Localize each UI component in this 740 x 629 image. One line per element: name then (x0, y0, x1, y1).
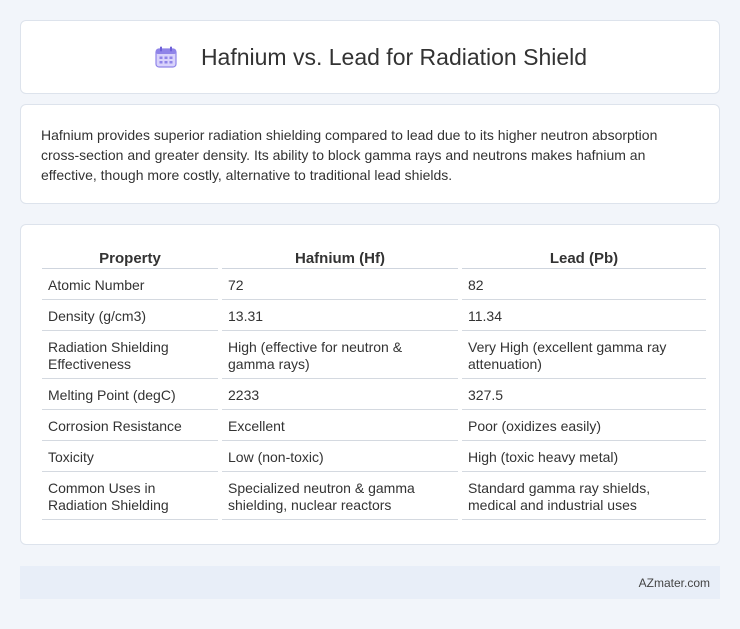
table-row: Density (g/cm3) 13.31 11.34 (42, 300, 706, 331)
cell-lead: 11.34 (462, 300, 706, 331)
cell-lead: 327.5 (462, 379, 706, 410)
cell-property: Density (g/cm3) (42, 300, 218, 331)
cell-hafnium: 2233 (222, 379, 458, 410)
cell-hafnium: 13.31 (222, 300, 458, 331)
page-title: Hafnium vs. Lead for Radiation Shield (200, 43, 588, 70)
header-property: Property (42, 247, 218, 269)
cell-lead: High (toxic heavy metal) (462, 441, 706, 472)
cell-property: Radiation Shielding Effectiveness (42, 331, 218, 379)
cell-property: Common Uses in Radiation Shielding (42, 472, 218, 520)
footer-source: AZmater.com (638, 575, 710, 590)
cell-lead: Poor (oxidizes easily) (462, 410, 706, 441)
table-card: Property Hafnium (Hf) Lead (Pb) Atomic N… (20, 224, 720, 545)
table-row: Atomic Number 72 82 (42, 269, 706, 300)
cell-hafnium: High (effective for neutron & gamma rays… (222, 331, 458, 379)
cell-property: Toxicity (42, 441, 218, 472)
calendar-icon (153, 44, 179, 70)
table-row: Radiation Shielding Effectiveness High (… (42, 331, 706, 379)
table-row: Toxicity Low (non-toxic) High (toxic hea… (42, 441, 706, 472)
cell-lead: 82 (462, 269, 706, 300)
footer: AZmater.com (20, 566, 720, 599)
title-card: Hafnium vs. Lead for Radiation Shield (20, 20, 720, 94)
header-hafnium: Hafnium (Hf) (222, 247, 458, 269)
cell-hafnium: 72 (222, 269, 458, 300)
table-row: Corrosion Resistance Excellent Poor (oxi… (42, 410, 706, 441)
cell-lead: Standard gamma ray shields, medical and … (462, 472, 706, 520)
header-lead: Lead (Pb) (462, 247, 706, 269)
comparison-table: Property Hafnium (Hf) Lead (Pb) Atomic N… (38, 247, 710, 520)
cell-property: Atomic Number (42, 269, 218, 300)
summary-text: Hafnium provides superior radiation shie… (41, 127, 658, 183)
cell-property: Corrosion Resistance (42, 410, 218, 441)
cell-hafnium: Specialized neutron & gamma shielding, n… (222, 472, 458, 520)
cell-hafnium: Low (non-toxic) (222, 441, 458, 472)
table-row: Common Uses in Radiation Shielding Speci… (42, 472, 706, 520)
table-row: Melting Point (degC) 2233 327.5 (42, 379, 706, 410)
cell-hafnium: Excellent (222, 410, 458, 441)
summary-card: Hafnium provides superior radiation shie… (20, 104, 720, 204)
table-header-row: Property Hafnium (Hf) Lead (Pb) (42, 247, 706, 269)
cell-lead: Very High (excellent gamma ray attenuati… (462, 331, 706, 379)
cell-property: Melting Point (degC) (42, 379, 218, 410)
